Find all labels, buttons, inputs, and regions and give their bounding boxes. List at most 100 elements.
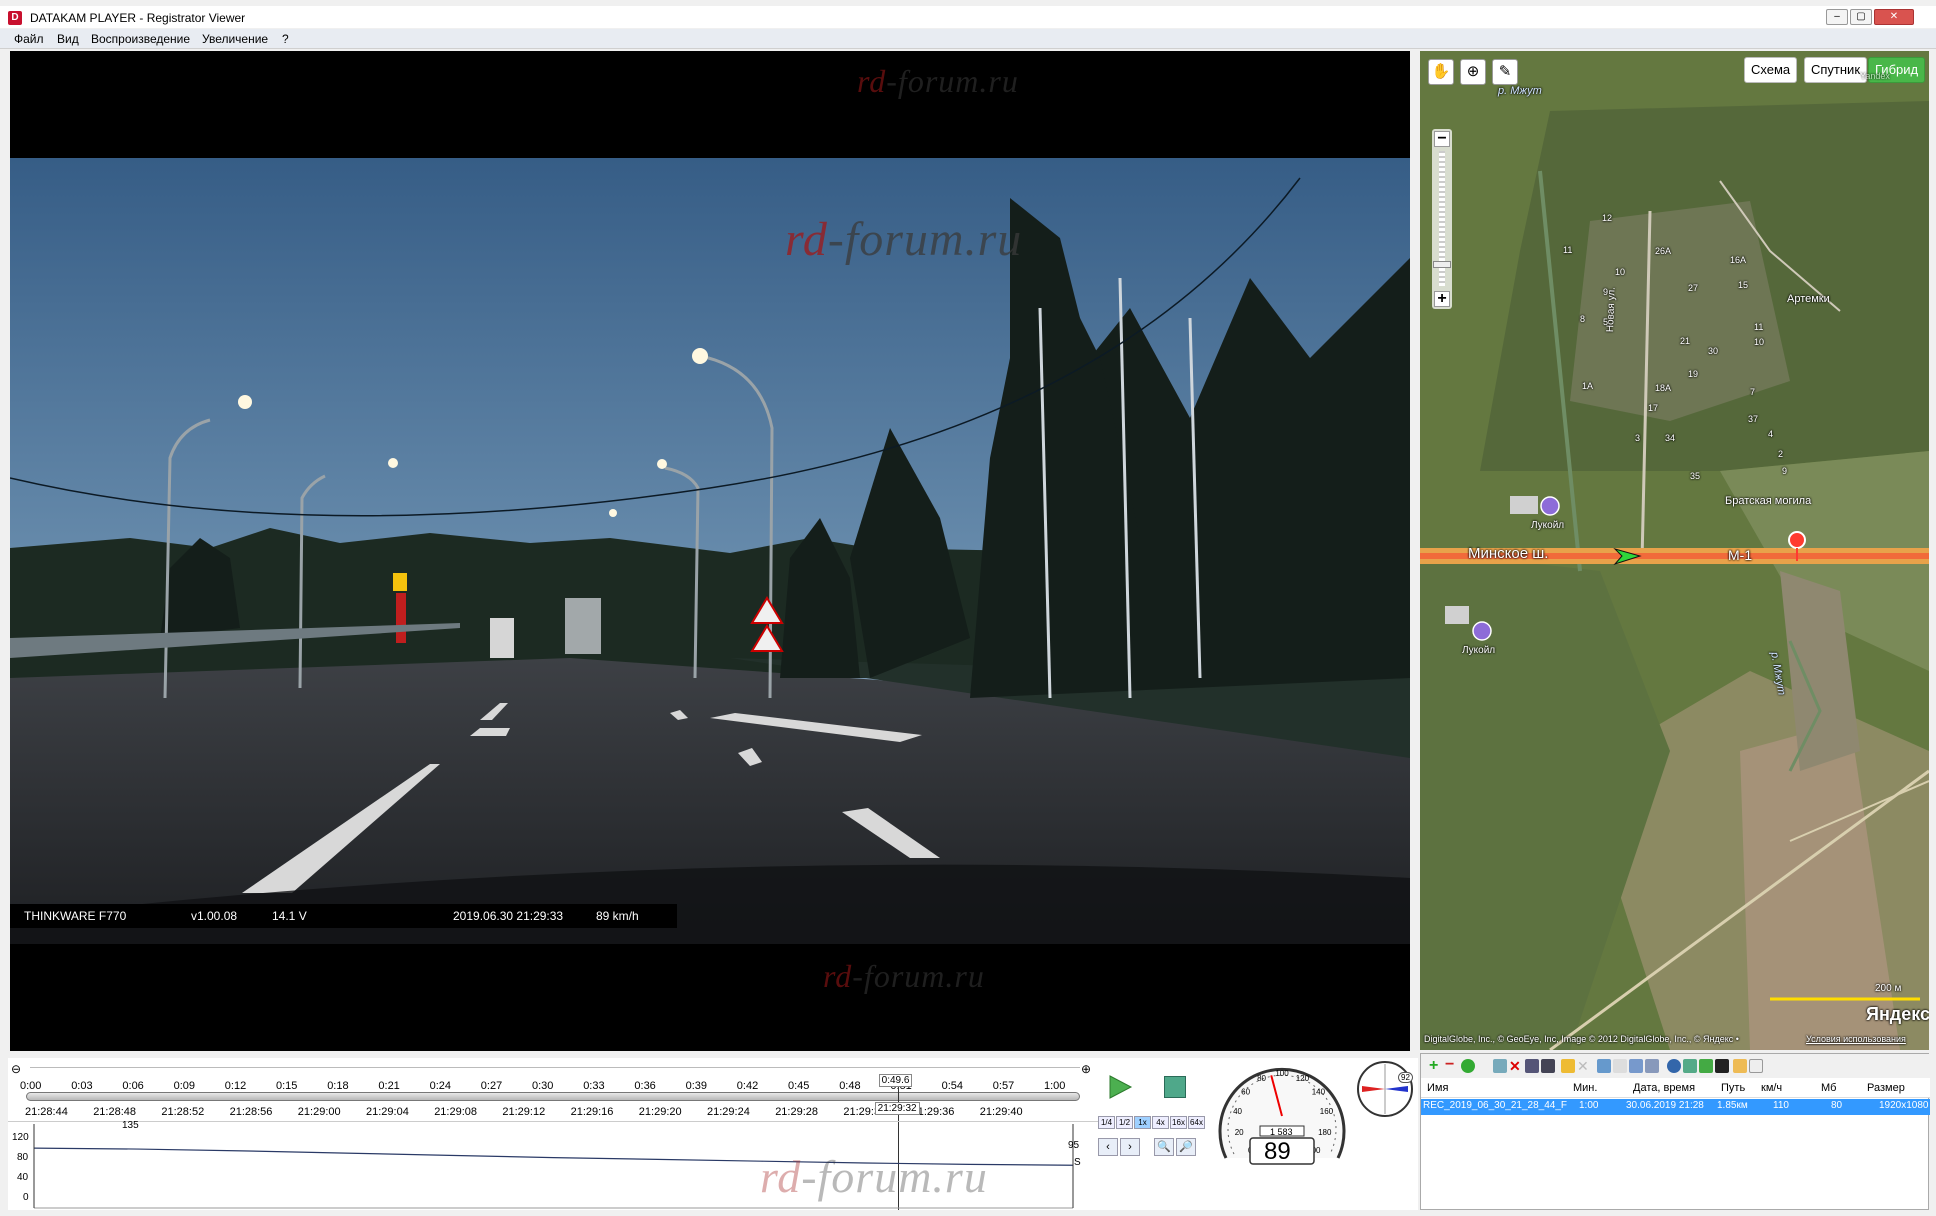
- speed-quarter-button[interactable]: 1/4: [1098, 1116, 1115, 1129]
- zoom-area-icon[interactable]: ⊕: [1460, 59, 1486, 85]
- speed-4x-button[interactable]: 4x: [1152, 1116, 1169, 1129]
- map-zoom-slider[interactable]: − +: [1432, 129, 1452, 309]
- layers-icon[interactable]: [1645, 1059, 1659, 1073]
- menu-file[interactable]: Файл: [14, 32, 44, 46]
- export-icon[interactable]: [1597, 1059, 1611, 1073]
- duration-tick: 0:06: [122, 1080, 144, 1092]
- house-number: 9: [1782, 466, 1788, 476]
- video-viewport[interactable]: rd-forum.ru rd-forum.ru rd-forum.ru THIN…: [10, 51, 1410, 1051]
- menu-playback[interactable]: Воспроизведение: [91, 32, 190, 46]
- maximize-button[interactable]: ▢: [1850, 9, 1872, 25]
- house-number: 12: [1602, 213, 1613, 223]
- duration-tick: 0:54: [941, 1080, 964, 1092]
- col-size[interactable]: Размер: [1867, 1082, 1905, 1094]
- speed-1x-button[interactable]: 1x: [1134, 1116, 1151, 1129]
- table-row[interactable]: REC_2019_06_30_21_28_44_F 1:00 30.06.201…: [1421, 1099, 1930, 1115]
- zoom-plus-icon[interactable]: 🔎: [1176, 1138, 1196, 1156]
- speed-half-button[interactable]: 1/2: [1116, 1116, 1133, 1129]
- speed-16x-button[interactable]: 16x: [1170, 1116, 1187, 1129]
- zoom-thumb[interactable]: [1433, 261, 1451, 268]
- speedometer-tick: 20: [1235, 1128, 1244, 1137]
- refresh-icon[interactable]: [1461, 1059, 1475, 1073]
- house-number: 10: [1615, 267, 1626, 277]
- duration-tick: 0:36: [634, 1080, 656, 1092]
- document-icon[interactable]: [1749, 1059, 1763, 1073]
- disabled-icon: ✕: [1577, 1058, 1589, 1074]
- timeline-scroll-track[interactable]: [30, 1067, 1080, 1068]
- remove-file-icon[interactable]: −: [1445, 1057, 1459, 1073]
- hand-tool-icon[interactable]: ✋: [1428, 59, 1454, 85]
- video-osd-bar: THINKWARE F770 v1.00.08 14.1 V 2019.06.3…: [10, 904, 677, 928]
- close-button[interactable]: ✕: [1874, 9, 1914, 25]
- map-icon[interactable]: [1683, 1059, 1697, 1073]
- play-icon[interactable]: [1107, 1074, 1133, 1100]
- file-list-header: Имя Мин. Дата, время Путь км/ч Мб Размер: [1421, 1078, 1930, 1098]
- film-icon[interactable]: [1715, 1059, 1729, 1073]
- duration-tick: 0:48: [839, 1080, 861, 1092]
- map-terms-link[interactable]: Условия использования: [1806, 1034, 1906, 1044]
- window-icon[interactable]: [1629, 1059, 1643, 1073]
- speedometer-tick: 40: [1233, 1107, 1242, 1116]
- zoom-in-icon[interactable]: +: [1434, 291, 1450, 307]
- key-icon[interactable]: [1561, 1059, 1575, 1073]
- timeline-track[interactable]: [26, 1092, 1080, 1101]
- speed-64x-button[interactable]: 64x: [1188, 1116, 1205, 1129]
- col-mb[interactable]: Мб: [1821, 1082, 1836, 1094]
- menu-view[interactable]: Вид: [57, 32, 79, 46]
- save-icon[interactable]: [1525, 1059, 1539, 1073]
- menu-zoom[interactable]: Увеличение: [202, 32, 268, 46]
- house-number: 21: [1680, 336, 1691, 346]
- compass-icon: [1357, 1061, 1413, 1117]
- zoom-out-icon[interactable]: −: [1434, 131, 1450, 147]
- video-frame: [10, 158, 1410, 944]
- osd-model: THINKWARE F770: [24, 909, 127, 923]
- speed-readout: 89: [1264, 1138, 1291, 1165]
- col-datetime[interactable]: Дата, время: [1633, 1082, 1695, 1094]
- house-number: 5: [1603, 317, 1609, 327]
- stop-icon[interactable]: [1164, 1076, 1186, 1098]
- col-path[interactable]: Путь: [1721, 1082, 1745, 1094]
- timeline-zoom-out-icon[interactable]: ⊖: [11, 1062, 21, 1076]
- col-kmh[interactable]: км/ч: [1761, 1082, 1782, 1094]
- add-file-icon[interactable]: +: [1429, 1058, 1443, 1074]
- map-panel[interactable]: ✋ ⊕ ✎ Схема Спутник Гибрид − + р. Мжут А…: [1420, 51, 1929, 1050]
- col-name[interactable]: Имя: [1427, 1082, 1448, 1094]
- menu-bar: Файл Вид Воспроизведение Увеличение ?: [0, 29, 1936, 49]
- minimize-button[interactable]: –: [1826, 9, 1848, 25]
- duration-tick: 0:45: [788, 1080, 810, 1092]
- col-min[interactable]: Мин.: [1573, 1082, 1597, 1094]
- timeline-zoom-in-icon[interactable]: ⊕: [1081, 1062, 1091, 1076]
- osd-datetime: 2019.06.30 21:29:33: [453, 909, 564, 923]
- clock-tick: 21:29:12: [502, 1106, 546, 1118]
- camera-icon[interactable]: [1541, 1059, 1555, 1073]
- house-number: 1A: [1582, 381, 1594, 391]
- clock-tick: 21:28:52: [161, 1106, 205, 1118]
- delete-icon[interactable]: ✕: [1509, 1059, 1523, 1073]
- watermark: rd-forum.ru: [760, 1151, 988, 1202]
- graph-y-tick: 120: [12, 1132, 29, 1143]
- menu-help[interactable]: ?: [282, 32, 289, 46]
- globe-icon[interactable]: [1667, 1059, 1681, 1073]
- map-type-satellite[interactable]: Спутник: [1804, 57, 1868, 83]
- copy-icon[interactable]: [1493, 1059, 1507, 1073]
- zoom-minus-icon[interactable]: 🔍: [1154, 1138, 1174, 1156]
- house-number: 2: [1778, 449, 1784, 459]
- duration-tick: 0:27: [480, 1080, 503, 1092]
- title-bar[interactable]: D DATAKAM PLAYER - Registrator Viewer – …: [0, 6, 1936, 28]
- prev-frame-icon[interactable]: ‹: [1098, 1138, 1118, 1156]
- osd-speed: 89 km/h: [596, 909, 639, 923]
- timeline-panel[interactable]: ⊖ ⊕ 0:00 0:03 0:06 0:09 0:12 0:15 0:18 0:21 0:24…: [8, 1058, 1098, 1210]
- cell-name: REC_2019_06_30_21_28_44_F: [1423, 1100, 1568, 1111]
- watermark: rd-forum.ru: [857, 63, 1019, 99]
- next-frame-icon[interactable]: ›: [1120, 1138, 1140, 1156]
- house-number: 37: [1748, 414, 1759, 424]
- watermark: rd-forum.ru: [823, 958, 985, 994]
- map-type-scheme[interactable]: Схема: [1744, 57, 1798, 83]
- duration-tick: 0:09: [173, 1080, 196, 1092]
- house-number: 30: [1708, 346, 1719, 356]
- playback-controls: 1/4 1/2 1x 4x 16x 64x ‹ › 🔍 🔎 0204060801…: [1098, 1058, 1418, 1210]
- folder-icon[interactable]: [1733, 1059, 1747, 1073]
- ruler-icon[interactable]: ✎: [1492, 59, 1518, 85]
- blank-icon[interactable]: [1613, 1059, 1627, 1073]
- image-icon[interactable]: [1699, 1059, 1713, 1073]
